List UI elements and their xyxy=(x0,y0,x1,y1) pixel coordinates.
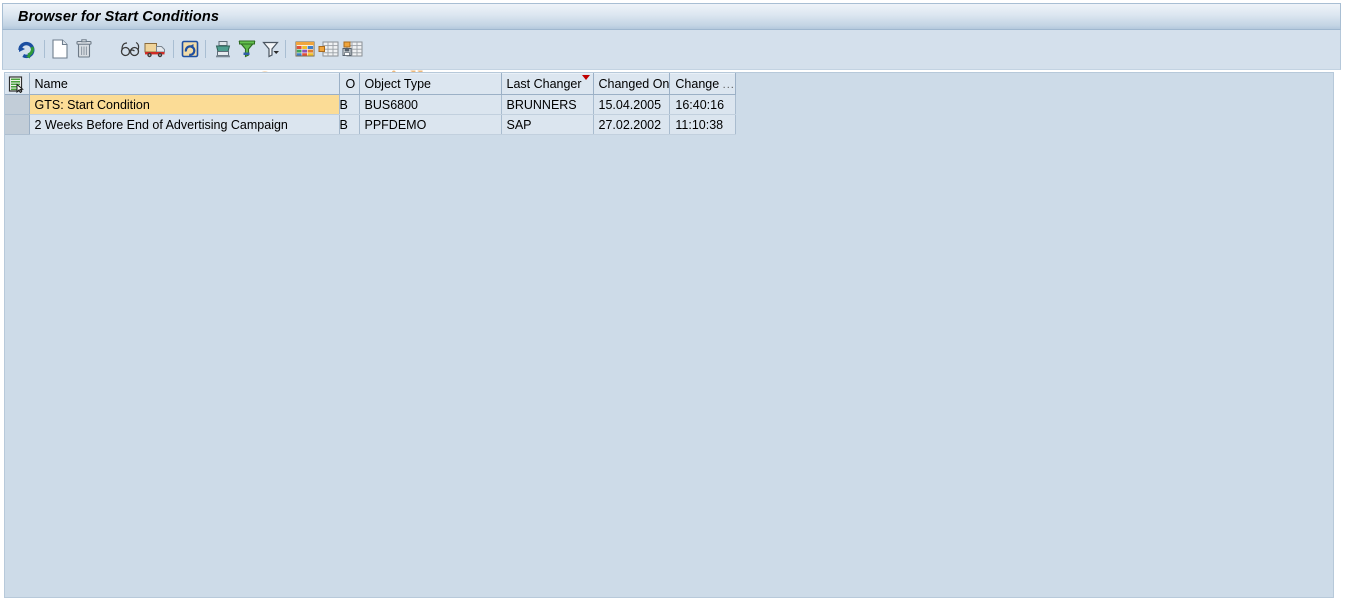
toolbar-separator-2 xyxy=(173,40,174,58)
column-header-changed-at-label: Change xyxy=(675,77,723,91)
grid-header-row: Name O Object Type Last Changer Changed … xyxy=(5,73,736,95)
cell-changed-on[interactable]: 27.02.2002 xyxy=(593,114,671,135)
print-button[interactable] xyxy=(210,36,236,62)
column-header-object-type[interactable]: Object Type xyxy=(359,73,502,95)
column-header-changed-on[interactable]: Changed On xyxy=(593,73,671,95)
cell-name[interactable]: GTS: Start Condition xyxy=(29,94,340,115)
glasses-icon xyxy=(120,40,142,58)
refresh-button[interactable] xyxy=(177,36,203,62)
alv-grid-table: Name O Object Type Last Changer Changed … xyxy=(5,73,736,135)
content-panel: Name O Object Type Last Changer Changed … xyxy=(4,72,1334,598)
toolbar-separator-3 xyxy=(205,40,206,58)
printer-icon xyxy=(213,39,233,59)
column-header-last-changer-label: Last Changer xyxy=(506,77,582,91)
transport-button[interactable] xyxy=(143,36,169,62)
sort-button[interactable] xyxy=(234,36,260,62)
display-button[interactable] xyxy=(118,36,144,62)
cell-o[interactable]: B xyxy=(339,114,360,135)
sort-funnel-icon xyxy=(237,39,257,59)
table-row[interactable]: 2 Weeks Before End of Advertising Campai… xyxy=(5,114,736,135)
row-selector[interactable] xyxy=(5,114,30,135)
grid-colored-icon xyxy=(294,39,316,59)
choose-layout-button[interactable] xyxy=(292,36,318,62)
cell-object-type[interactable]: BUS6800 xyxy=(359,94,502,115)
back-arrow-icon xyxy=(16,39,36,59)
table-row[interactable]: GTS: Start Condition B BUS6800 BRUNNERS … xyxy=(5,94,736,115)
cell-last-changer[interactable]: BRUNNERS xyxy=(501,94,594,115)
filter-funnel-icon xyxy=(261,39,281,59)
grid-change-icon xyxy=(318,39,340,59)
refresh-square-icon xyxy=(180,39,200,59)
select-all-button[interactable] xyxy=(5,73,30,95)
column-header-name[interactable]: Name xyxy=(29,73,340,95)
cell-name[interactable]: 2 Weeks Before End of Advertising Campai… xyxy=(29,114,340,135)
column-header-last-changer[interactable]: Last Changer xyxy=(501,73,594,95)
toolbar-separator-4 xyxy=(285,40,286,58)
cell-changed-at[interactable]: 16:40:16 xyxy=(669,94,736,115)
sort-descending-indicator-icon xyxy=(581,75,590,80)
cell-object-type[interactable]: PPFDEMO xyxy=(359,114,502,135)
cell-o[interactable]: B xyxy=(339,94,360,115)
grid-save-icon xyxy=(342,39,364,59)
save-layout-button[interactable] xyxy=(340,36,366,62)
select-all-grid-icon xyxy=(8,75,25,93)
toolbar-separator-1 xyxy=(44,40,45,58)
new-document-icon xyxy=(51,39,69,59)
grid-body: GTS: Start Condition B BUS6800 BRUNNERS … xyxy=(5,94,736,135)
truck-icon xyxy=(144,39,168,59)
page-title: Browser for Start Conditions xyxy=(18,8,219,25)
filter-button[interactable] xyxy=(258,36,284,62)
cell-changed-on[interactable]: 15.04.2005 xyxy=(593,94,671,115)
column-header-changed-at[interactable]: Change ... xyxy=(669,73,736,95)
row-selector[interactable] xyxy=(5,94,30,115)
change-layout-button[interactable] xyxy=(316,36,342,62)
create-button[interactable] xyxy=(47,36,73,62)
sap-application-window: Browser for Start Conditions Name O Obje… xyxy=(0,0,1354,610)
trash-icon xyxy=(75,39,93,59)
column-header-o[interactable]: O xyxy=(339,73,360,95)
delete-button[interactable] xyxy=(71,36,97,62)
column-header-truncation-ellipsis: ... xyxy=(722,79,735,91)
cell-last-changer[interactable]: SAP xyxy=(501,114,594,135)
application-toolbar: ©www.tutorialkart.com xyxy=(2,30,1341,95)
window-title-bar: Browser for Start Conditions xyxy=(2,3,1341,30)
back-button[interactable] xyxy=(13,36,39,62)
cell-changed-at[interactable]: 11:10:38 xyxy=(669,114,736,135)
